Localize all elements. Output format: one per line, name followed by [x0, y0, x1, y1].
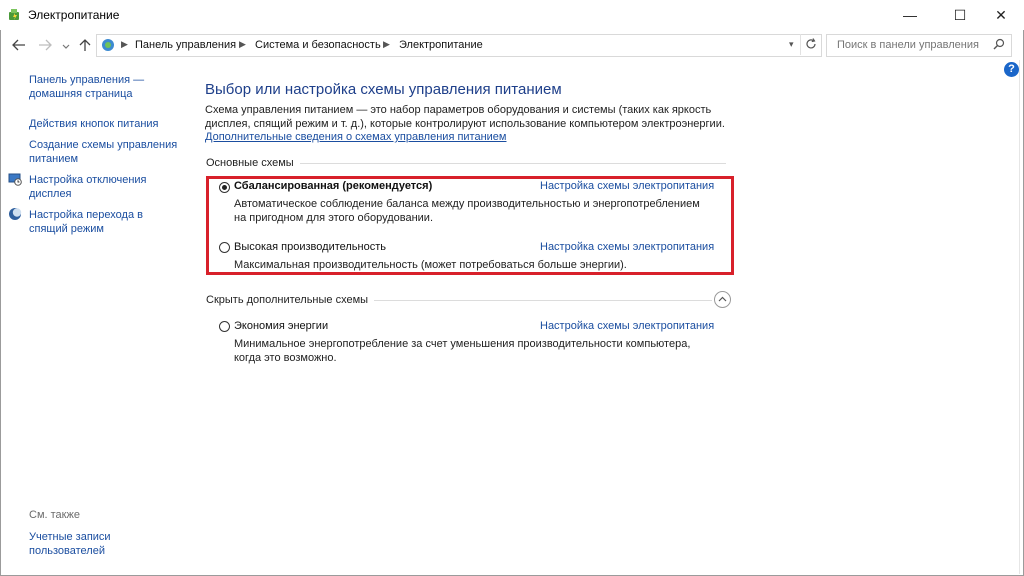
sidebar-item-power-buttons[interactable]: Действия кнопок питания: [29, 117, 179, 131]
arrow-left-icon: [12, 39, 25, 51]
breadcrumb-separator-icon: ▶: [239, 39, 246, 49]
breadcrumb[interactable]: ▶ Панель управления ▶ Система и безопасн…: [96, 34, 822, 57]
plan-settings-link-balanced[interactable]: Настройка схемы электропитания: [540, 180, 714, 192]
help-button[interactable]: ?: [1004, 62, 1019, 77]
chevron-down-icon: [62, 44, 70, 49]
plan-name-balanced[interactable]: Сбалансированная (рекомендуется): [234, 180, 432, 192]
sidebar-item-display-off[interactable]: Настройка отключения дисплея: [29, 173, 179, 201]
breadcrumb-item[interactable]: Электропитание: [399, 39, 483, 51]
control-panel-icon: [102, 39, 114, 51]
search-box[interactable]: [826, 34, 1012, 57]
forward-button[interactable]: [36, 36, 54, 54]
search-input[interactable]: [835, 38, 989, 52]
refresh-icon: [806, 38, 816, 49]
breadcrumb-item[interactable]: Система и безопасность: [255, 39, 381, 51]
collapse-button[interactable]: [714, 291, 731, 308]
plan-settings-link-high-performance[interactable]: Настройка схемы электропитания: [540, 241, 714, 253]
moon-icon: [9, 208, 22, 220]
breadcrumb-item[interactable]: Панель управления: [135, 39, 236, 51]
plan-description-balanced: Автоматическое соблюдение баланса между …: [234, 198, 700, 224]
close-button[interactable]: ✕: [978, 0, 1024, 30]
sidebar-item-sleep[interactable]: Настройка перехода в спящий режим: [29, 208, 179, 236]
basic-plans-group-label: Основные схемы: [206, 157, 294, 169]
refresh-button[interactable]: [800, 34, 821, 55]
title-bar: Электропитание — ☐ ✕: [0, 0, 1024, 30]
plan-radio-balanced[interactable]: [219, 182, 230, 193]
plan-name-power-saver[interactable]: Экономия энергии: [234, 320, 328, 332]
window-edge: [1019, 60, 1020, 574]
page-title: Выбор или настройка схемы управления пит…: [205, 81, 562, 98]
maximize-button[interactable]: ☐: [937, 0, 983, 30]
breadcrumb-separator-icon: ▶: [121, 39, 128, 49]
sidebar-item-home[interactable]: Панель управления — домашняя страница: [29, 73, 159, 101]
group-divider: [374, 300, 712, 301]
search-icon[interactable]: [993, 38, 1005, 50]
monitor-clock-icon: [8, 173, 22, 186]
sidebar-item-create-plan[interactable]: Создание схемы управления питанием: [29, 138, 179, 166]
arrow-right-icon: [39, 39, 52, 51]
window-title: Электропитание: [28, 8, 120, 22]
see-also-heading: См. также: [29, 509, 80, 521]
minimize-button[interactable]: —: [887, 0, 933, 30]
power-options-icon: [9, 9, 19, 20]
breadcrumb-separator-icon: ▶: [383, 39, 390, 49]
more-info-link[interactable]: Дополнительные сведения о схемах управле…: [205, 131, 507, 143]
up-button[interactable]: [77, 36, 93, 54]
group-divider: [300, 163, 726, 164]
back-button[interactable]: [10, 36, 28, 54]
plan-description-high-performance: Максимальная производительность (может п…: [234, 259, 627, 271]
arrow-up-icon: [79, 38, 91, 51]
address-dropdown-icon[interactable]: ▾: [789, 39, 794, 50]
sidebar-item-user-accounts[interactable]: Учетные записи пользователей: [29, 530, 149, 558]
recent-locations-button[interactable]: [60, 38, 72, 56]
plan-description-power-saver: Минимальное энергопотребление за счет ум…: [234, 338, 691, 364]
plan-settings-link-power-saver[interactable]: Настройка схемы электропитания: [540, 320, 714, 332]
plan-radio-power-saver[interactable]: [219, 321, 230, 332]
plan-radio-high-performance[interactable]: [219, 242, 230, 253]
extra-plans-group-label[interactable]: Скрыть дополнительные схемы: [206, 294, 368, 306]
intro-text: Схема управления питанием — это набор па…: [205, 104, 725, 130]
plan-name-high-performance[interactable]: Высокая производительность: [234, 241, 386, 253]
chevron-up-icon: [718, 296, 727, 302]
